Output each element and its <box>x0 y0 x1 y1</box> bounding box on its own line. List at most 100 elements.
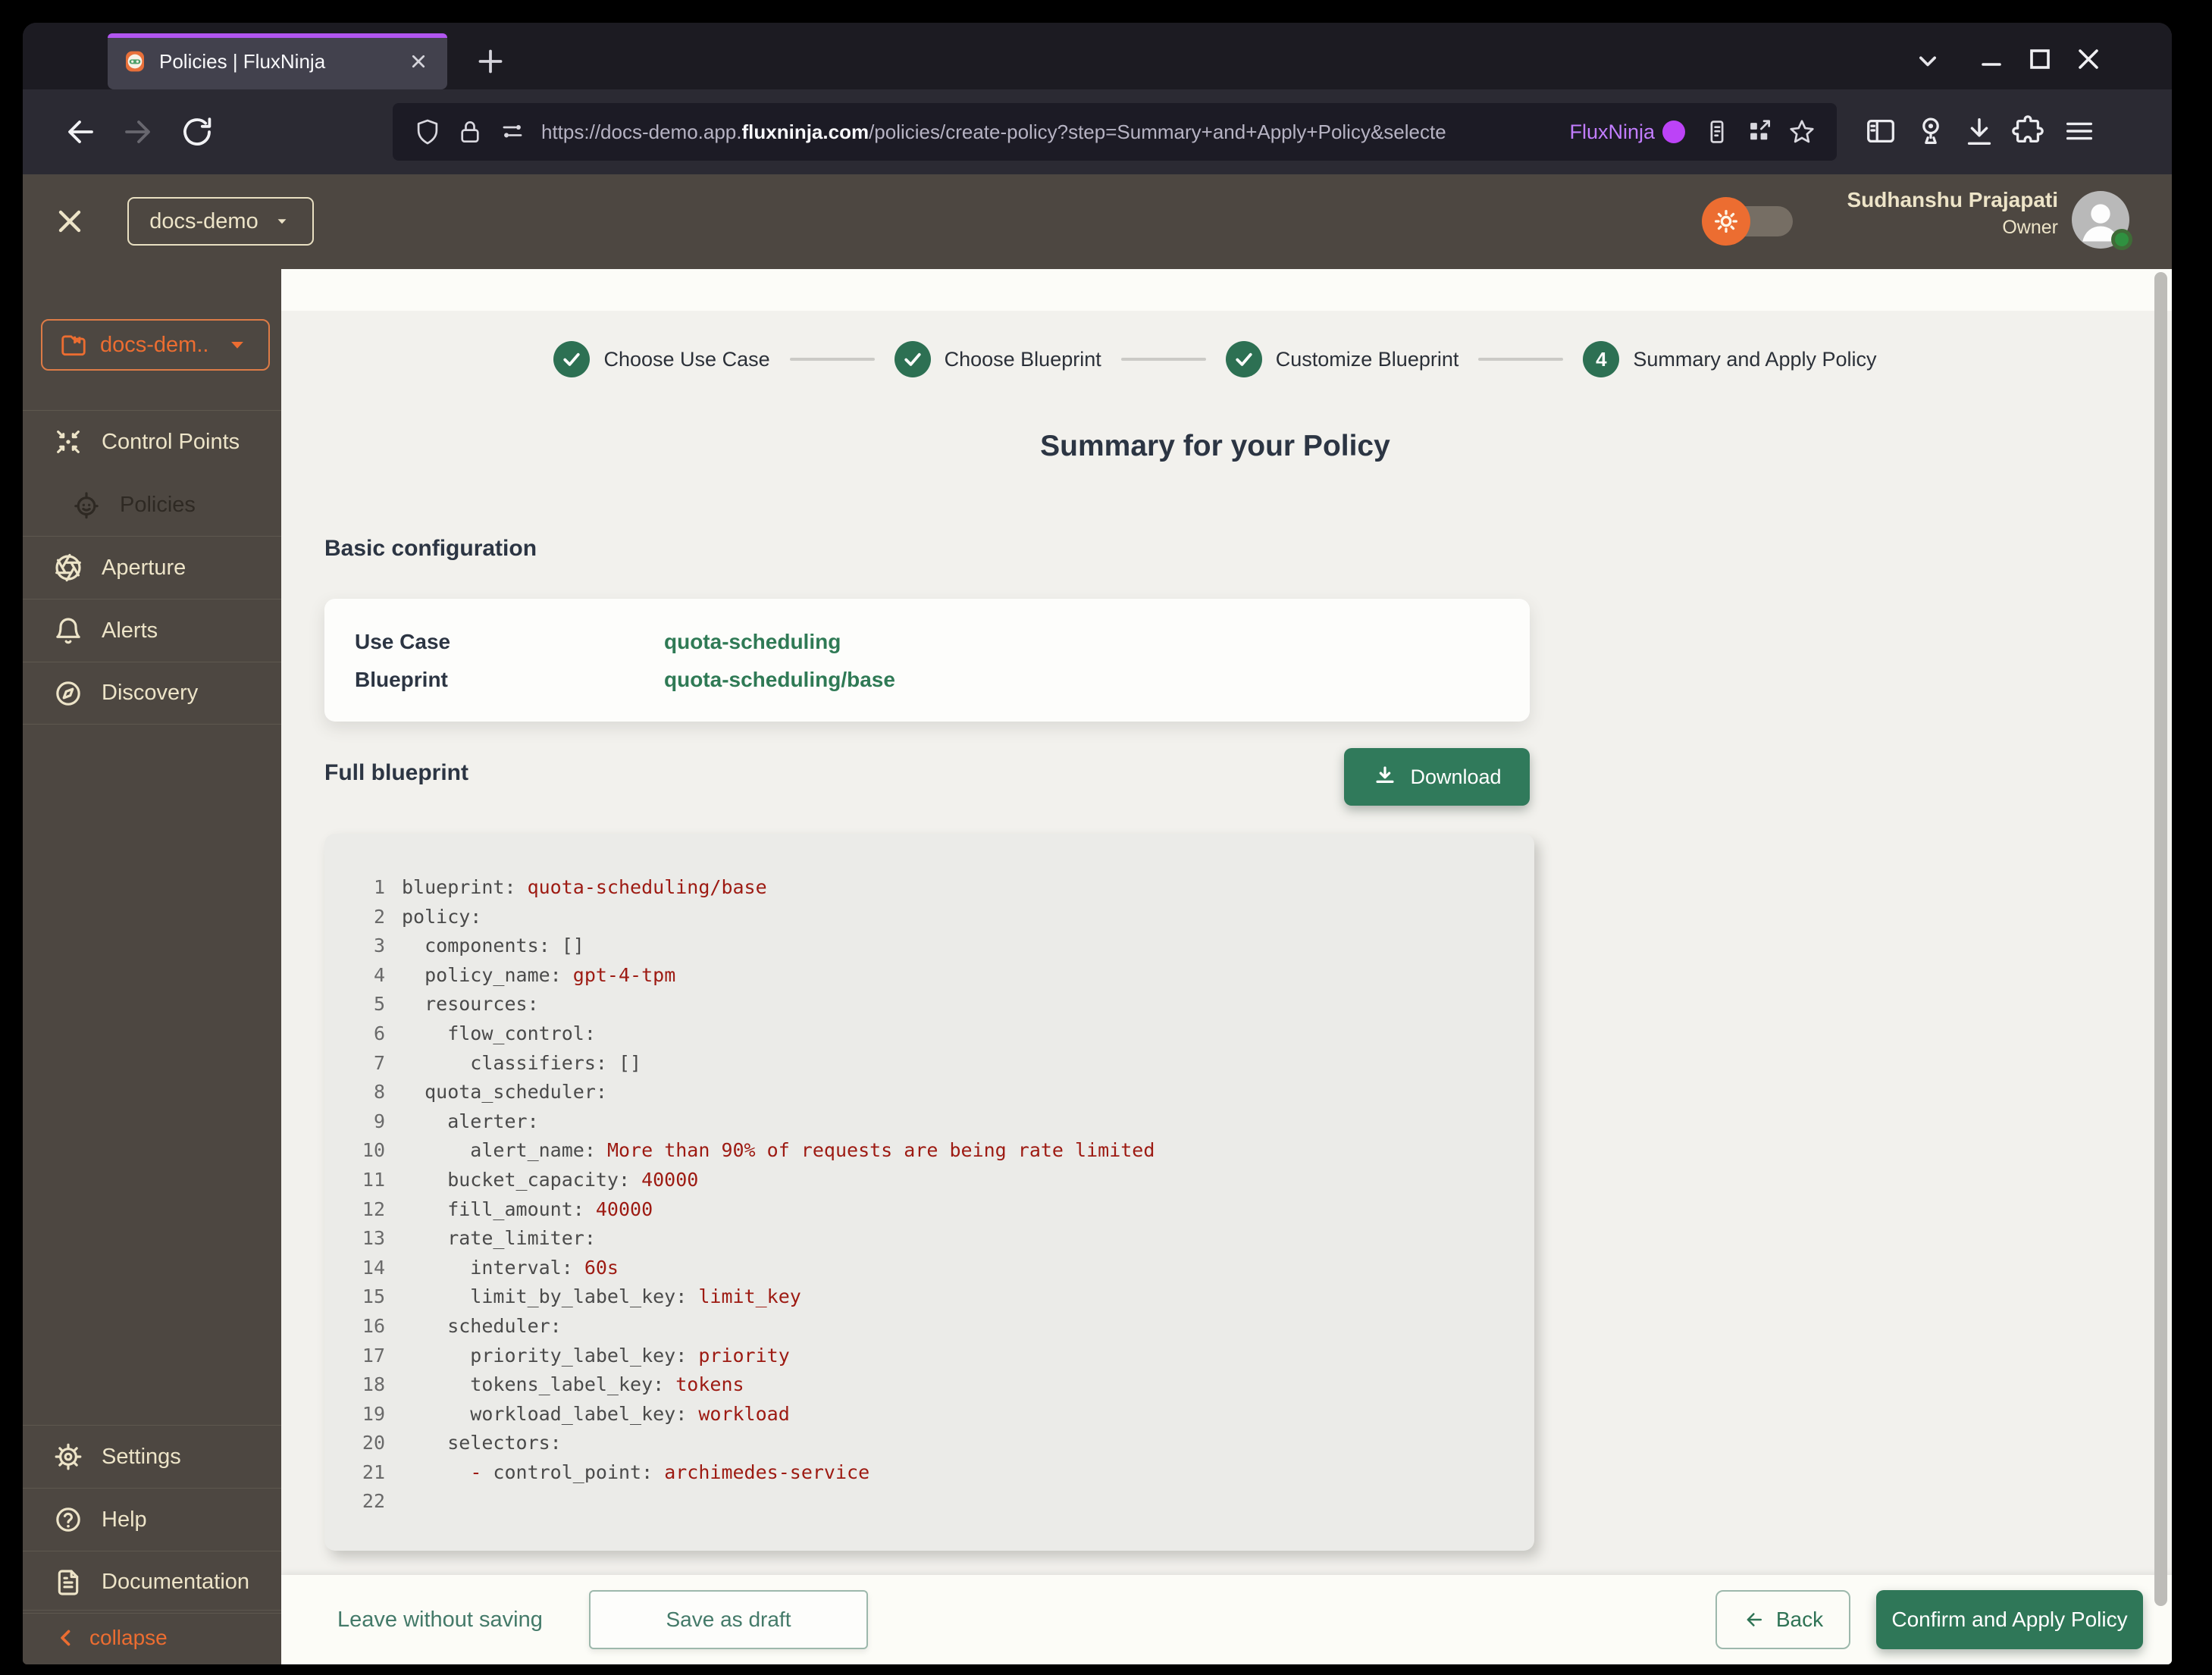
code-text: classifiers: [] <box>402 1051 642 1074</box>
avatar[interactable] <box>2072 191 2132 250</box>
wizard-close-icon[interactable] <box>52 203 88 240</box>
tab-close-icon[interactable] <box>405 48 432 75</box>
save-as-draft-button[interactable]: Save as draft <box>589 1590 868 1649</box>
tab-policies[interactable]: Policies | FluxNinja <box>108 33 447 89</box>
step-connector <box>789 358 875 361</box>
step-label: Choose Blueprint <box>944 347 1101 371</box>
scrollbar-thumb[interactable] <box>2154 272 2167 1606</box>
line-number: 2 <box>373 905 385 928</box>
step-connector <box>1478 358 1564 361</box>
project-folder-icon <box>61 335 86 356</box>
sidebar-item-label: Aperture <box>102 555 186 580</box>
nav-forward-icon[interactable] <box>120 114 156 150</box>
code-text: scheduler: <box>402 1314 562 1337</box>
menu-hamburger-icon[interactable] <box>2062 114 2097 149</box>
sidebar-item-policies[interactable]: Policies <box>23 473 281 536</box>
line-number: 19 <box>362 1402 385 1425</box>
sidebar-item-control-points[interactable]: Control Points <box>23 410 281 473</box>
download-button[interactable]: Download <box>1344 748 1530 806</box>
shield-icon[interactable] <box>413 117 442 146</box>
code-text: selectors: <box>402 1432 562 1454</box>
blueprint-code-block[interactable]: 1 blueprint: quota-scheduling/base 2 policy… <box>324 834 1534 1551</box>
code-lines: 1 blueprint: quota-scheduling/base 2 policy… <box>350 873 1512 1517</box>
window-minimize-button[interactable] <box>1973 41 2010 77</box>
container-tab-stripe <box>108 33 447 38</box>
org-selector-dropdown[interactable]: docs-demo <box>127 197 314 246</box>
chevron-down-icon <box>277 219 287 224</box>
code-line: 12 fill_amount: 40000 <box>350 1195 1512 1225</box>
window-close-button[interactable] <box>2070 41 2107 77</box>
extensions-puzzle-icon[interactable] <box>2010 114 2045 149</box>
code-text: policy: <box>402 905 482 928</box>
line-number: 4 <box>373 963 385 986</box>
chevron-down-icon <box>231 342 243 349</box>
sidebar-item-discovery[interactable]: Discovery <box>23 662 281 725</box>
project-selector-dropdown[interactable]: docs-dem... <box>41 319 270 371</box>
line-number: 8 <box>373 1081 385 1104</box>
code-line: 10 alert_name: More than 90% of requests… <box>350 1136 1512 1166</box>
url-text[interactable]: https://docs-demo.app.fluxninja.com/poli… <box>541 121 1557 144</box>
code-line: 15 limit_by_label_key: limit_key <box>350 1282 1512 1312</box>
step-choose-blueprint[interactable]: Choose Blueprint <box>894 341 1101 377</box>
sidebar-item-label: Alerts <box>102 618 158 643</box>
line-number: 7 <box>373 1051 385 1074</box>
downloads-icon[interactable] <box>1962 114 1997 149</box>
line-number: 21 <box>362 1461 385 1483</box>
screenshot-tiles-icon[interactable] <box>1745 117 1774 146</box>
nav-back-icon[interactable] <box>62 114 99 150</box>
code-line: 1 blueprint: quota-scheduling/base <box>350 873 1512 903</box>
step-summary-and-apply-policy[interactable]: 4 Summary and Apply Policy <box>1583 341 1877 377</box>
step-customize-blueprint[interactable]: Customize Blueprint <box>1225 341 1458 377</box>
org-selector-label: docs-demo <box>149 208 258 233</box>
settings-icon <box>55 1443 82 1470</box>
sidebar-toggle-icon[interactable] <box>1863 114 1898 149</box>
code-line: 14 interval: 60s <box>350 1254 1512 1283</box>
bookmark-star-icon[interactable] <box>1787 117 1816 146</box>
code-line: 5 resources: <box>350 990 1512 1019</box>
theme-toggle[interactable] <box>1702 197 1793 246</box>
nav-reload-icon[interactable] <box>179 114 215 150</box>
code-line: 6 flow_control: <box>350 1019 1512 1049</box>
code-line: 13 rate_limiter: <box>350 1224 1512 1254</box>
code-text: alerter: <box>402 1110 539 1132</box>
code-line: 7 classifiers: [] <box>350 1049 1512 1079</box>
step-circle <box>553 341 591 377</box>
use-case-value: quota-scheduling <box>664 630 841 653</box>
line-number: 16 <box>362 1314 385 1337</box>
code-text: fill_amount: 40000 <box>402 1198 653 1220</box>
sidebar-item-label: Documentation <box>102 1570 250 1594</box>
main-content: Choose Use Case Choose Blueprint Customize… <box>281 269 2172 1664</box>
line-number: 18 <box>362 1373 385 1396</box>
line-number: 5 <box>373 993 385 1016</box>
window-maximize-button[interactable] <box>2022 41 2058 77</box>
line-number: 6 <box>373 1022 385 1044</box>
back-button[interactable]: Back <box>1715 1590 1850 1649</box>
sidebar-item-aperture[interactable]: Aperture <box>23 536 281 599</box>
url-bar[interactable]: https://docs-demo.app.fluxninja.com/poli… <box>393 103 1837 161</box>
leave-without-saving-link[interactable]: Leave without saving <box>337 1575 543 1664</box>
line-number: 1 <box>373 876 385 898</box>
permissions-icon[interactable] <box>498 117 527 146</box>
sidebar-item-settings[interactable]: Settings <box>23 1425 281 1488</box>
code-line: 8 quota_scheduler: <box>350 1078 1512 1107</box>
line-number: 15 <box>362 1285 385 1308</box>
sidebar-item-documentation[interactable]: Documentation <box>23 1551 281 1614</box>
sidebar-item-help[interactable]: Help <box>23 1488 281 1551</box>
sidebar-nav: Control Points Policies Aperture Alerts Disc… <box>23 410 281 725</box>
sidebar-collapse-button[interactable]: collapse <box>23 1610 281 1664</box>
line-number: 3 <box>373 935 385 957</box>
code-text: limit_by_label_key: limit_key <box>402 1285 801 1308</box>
sidebar-item-alerts[interactable]: Alerts <box>23 599 281 662</box>
lock-icon[interactable] <box>456 117 484 146</box>
camera-icon[interactable] <box>1913 114 1948 149</box>
step-choose-use-case[interactable]: Choose Use Case <box>553 341 770 377</box>
line-number: 22 <box>362 1490 385 1513</box>
code-line: 3 components: [] <box>350 931 1512 961</box>
new-tab-button[interactable] <box>472 42 509 80</box>
aperture-icon <box>55 553 81 582</box>
code-line: 11 bucket_capacity: 40000 <box>350 1166 1512 1195</box>
reader-mode-icon[interactable] <box>1703 117 1731 146</box>
confirm-and-apply-button[interactable]: Confirm and Apply Policy <box>1876 1590 2143 1649</box>
list-tabs-chevron-icon[interactable] <box>1911 44 1944 77</box>
blueprint-label: Blueprint <box>355 668 448 691</box>
